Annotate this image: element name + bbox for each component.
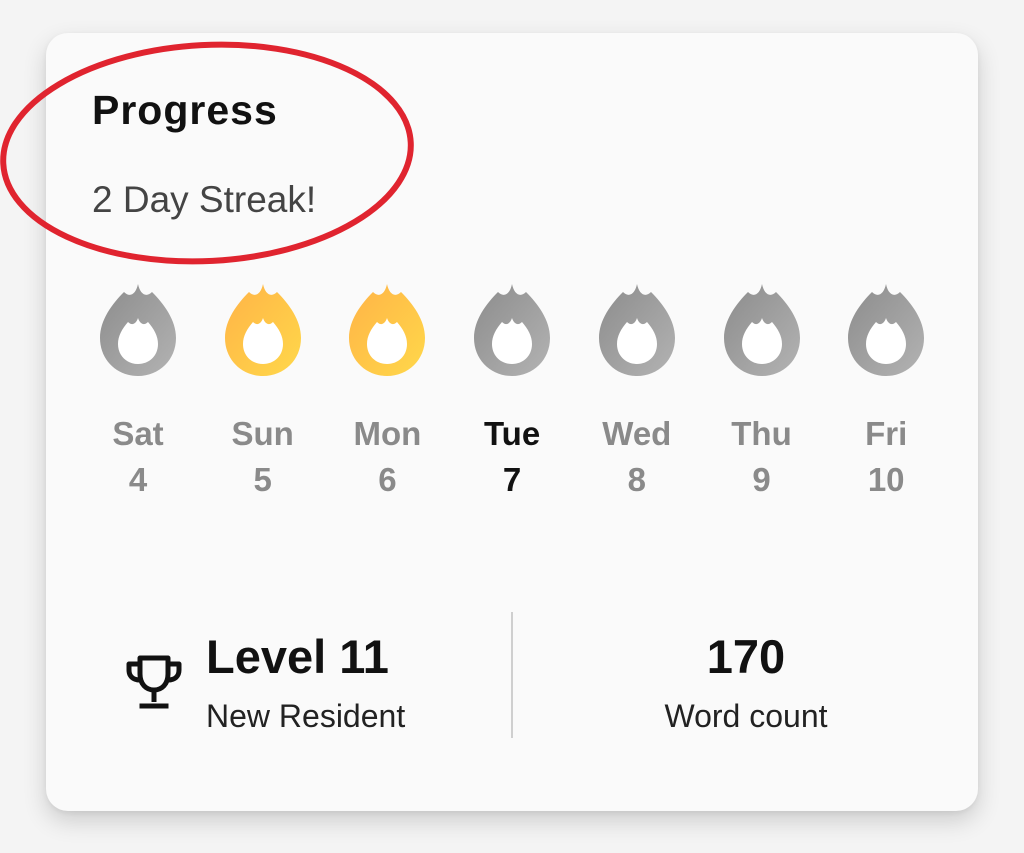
trophy-icon	[126, 655, 182, 709]
day-number: 10	[867, 461, 905, 498]
flame-icon	[100, 284, 176, 376]
day-label: Thu	[731, 415, 792, 452]
day-number: 5	[253, 461, 272, 498]
day-label: Fri	[865, 415, 908, 452]
day-number: 4	[128, 461, 148, 498]
flame-icon	[598, 284, 675, 376]
day-number: 9	[752, 461, 771, 498]
level-rank: New Resident	[206, 698, 406, 734]
screen: Progress 2 Day Streak! Sat 4 Sun 5 Mon 6 Tue 7 W…	[0, 0, 1024, 853]
day-sat: Sat 4	[76, 282, 200, 502]
day-thu: Thu 9	[700, 282, 824, 502]
word-count-label: Word count	[664, 698, 828, 734]
day-fri: Fri 10	[824, 282, 948, 502]
streak-text: 2 Day Streak!	[92, 179, 317, 220]
week-streak-row: Sat 4 Sun 5 Mon 6 Tue 7 Wed 8 Thu 9 Fri 10	[76, 282, 948, 502]
day-label: Sat	[112, 415, 164, 452]
day-label: Tue	[483, 415, 541, 452]
level-value: Level 11	[206, 630, 389, 683]
flame-icon	[474, 284, 551, 376]
day-label: Wed	[602, 415, 672, 452]
flame-icon-active	[349, 284, 426, 376]
day-number: 7	[502, 461, 522, 498]
day-label: Sun	[231, 415, 294, 452]
day-mon: Mon 6	[325, 282, 449, 502]
day-label: Mon	[353, 415, 422, 452]
flame-icon	[848, 284, 925, 376]
day-sun: Sun 5	[201, 282, 325, 502]
flame-icon-active	[224, 284, 301, 376]
stats-divider	[511, 612, 513, 738]
card-title: Progress	[92, 87, 278, 133]
day-number: 8	[627, 461, 646, 498]
flame-icon	[723, 284, 800, 376]
word-count-value: 170	[706, 630, 786, 683]
day-wed: Wed 8	[575, 282, 699, 502]
day-tue: Tue 7	[450, 282, 574, 502]
stats-row: Level 11 New Resident 170 Word count	[46, 612, 978, 742]
day-number: 6	[378, 461, 397, 498]
